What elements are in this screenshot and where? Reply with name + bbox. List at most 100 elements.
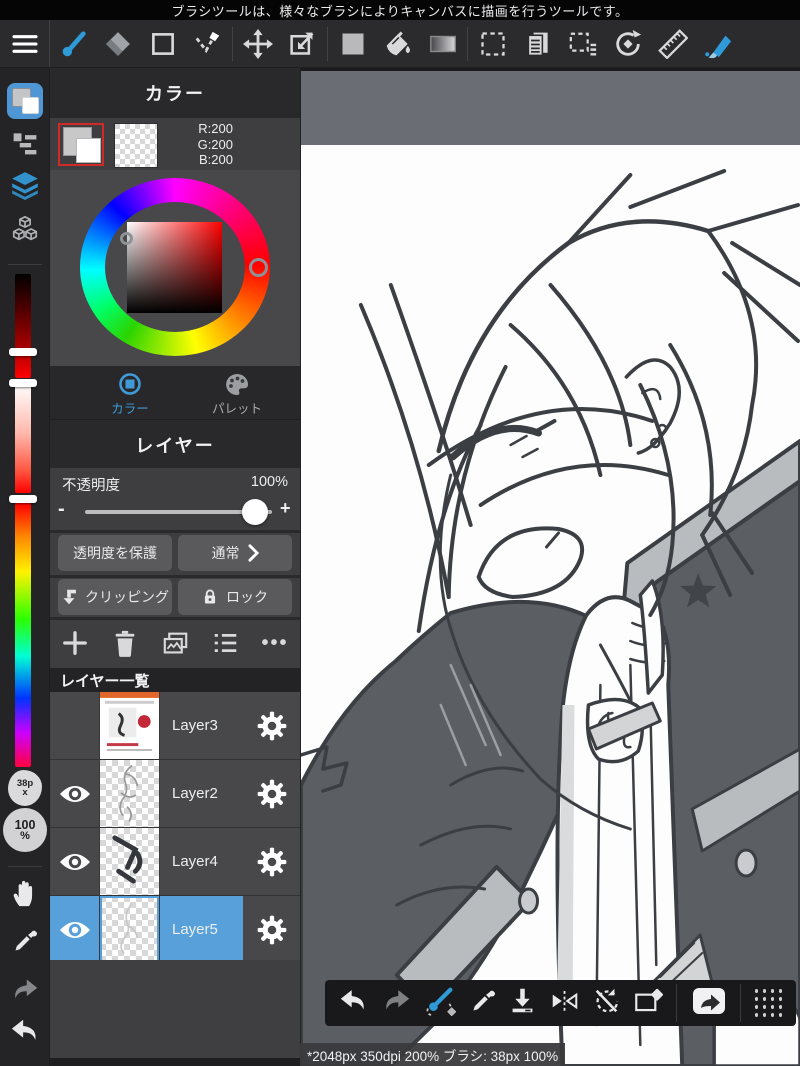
rotate-reset-icon (595, 988, 619, 1012)
eyedropper-tool-button[interactable] (0, 928, 50, 954)
clipping-button[interactable]: クリッピング (58, 579, 172, 615)
tab-color[interactable]: カラー (85, 370, 175, 418)
save-button[interactable] (509, 987, 536, 1019)
materials-button[interactable] (0, 214, 50, 244)
layers-icon (12, 172, 38, 200)
saturation-slider[interactable] (15, 383, 31, 493)
layer-visibility-toggle[interactable] (50, 692, 100, 759)
opacity-minus-button[interactable]: - (58, 498, 65, 521)
layer-name: Layer4 (172, 853, 218, 870)
move-tool-button[interactable] (235, 20, 280, 67)
layer-row[interactable]: Layer5 (50, 896, 300, 963)
select-options-icon (569, 32, 596, 56)
saturation-value-picker[interactable] (127, 222, 222, 313)
tab-palette[interactable]: パレット (192, 370, 282, 418)
layer-settings-button[interactable] (243, 896, 300, 963)
materials-icon (12, 215, 38, 241)
value-slider[interactable] (15, 274, 31, 378)
opacity-slider-knob[interactable] (242, 499, 268, 525)
select-options-button[interactable] (560, 20, 605, 67)
hue-cursor[interactable] (249, 258, 268, 277)
flip-horizontal-button[interactable] (550, 988, 579, 1019)
layer-row[interactable]: Layer3 (50, 692, 300, 759)
drag-handle[interactable] (754, 989, 782, 1017)
more-options-button[interactable]: ••• (250, 632, 300, 655)
duplicate-layer-button[interactable] (150, 631, 200, 656)
tool-list-icon (13, 133, 37, 155)
color-swatch-icon (342, 33, 363, 54)
thumbnail-sketch (119, 765, 139, 822)
layer-thumbnail[interactable] (100, 828, 160, 895)
gear-icon (257, 711, 286, 740)
drawing-canvas[interactable] (300, 68, 800, 1066)
rectangle-tool-button[interactable] (140, 20, 185, 67)
layer-row[interactable]: Layer4 (50, 828, 300, 895)
hue-slider[interactable] (15, 503, 31, 767)
sv-cursor[interactable] (120, 232, 133, 245)
layer-panel-title: レイヤー (135, 436, 215, 456)
select-pen-tool-button[interactable] (185, 20, 230, 67)
front-swatch (22, 97, 39, 114)
layer-visibility-toggle[interactable] (50, 760, 100, 827)
share-button[interactable] (691, 985, 727, 1022)
layer-visibility-toggle[interactable] (50, 896, 100, 963)
hand-tool-button[interactable] (0, 878, 50, 908)
sub-color (76, 138, 101, 163)
layers-panel-button[interactable] (0, 170, 50, 200)
menu-button[interactable] (0, 20, 50, 67)
layer-settings-button[interactable] (243, 760, 300, 827)
opacity-plus-button[interactable]: + (280, 498, 291, 519)
tool-list-button[interactable] (0, 130, 50, 156)
hue-slider-handle[interactable] (9, 495, 37, 503)
brush-tool-button[interactable] (50, 20, 95, 67)
layer-list-view-button[interactable] (200, 631, 250, 655)
layer-list-title: レイヤー一覧 (60, 672, 150, 690)
color-panel-button[interactable] (7, 83, 43, 119)
saturation-slider-handle[interactable] (9, 379, 37, 387)
value-slider-handle[interactable] (9, 348, 37, 356)
gradient-icon (429, 35, 456, 52)
gear-icon (257, 847, 286, 876)
protect-alpha-button[interactable]: 透明度を保護 (58, 535, 172, 571)
brush-size-indicator[interactable]: 38px (8, 770, 42, 806)
undo-button[interactable] (0, 1018, 50, 1044)
blend-mode-button[interactable]: 通常 (178, 535, 292, 571)
marquee-select-button[interactable] (470, 20, 515, 67)
delete-layer-button[interactable] (100, 629, 150, 657)
fill-bucket-button[interactable] (375, 20, 420, 67)
rotate-reset-button[interactable] (592, 987, 620, 1020)
add-layer-button[interactable] (50, 630, 100, 656)
lock-label: ロック (226, 589, 268, 605)
quick-redo-button[interactable] (382, 989, 411, 1018)
rgb-readout: R:200 G:200 B:200 (145, 121, 233, 168)
blend-mode-label: 通常 (211, 545, 240, 561)
redo-button[interactable] (0, 978, 50, 1002)
layer-thumbnail[interactable] (100, 760, 160, 827)
undo-icon (11, 1019, 36, 1040)
quick-undo-button[interactable] (339, 989, 368, 1018)
current-color-swatch[interactable] (58, 123, 104, 166)
app-screen: ブラシツールは、様々なブラシによりキャンバスに描画を行うツールです。 38px … (0, 0, 800, 1066)
select-pen-icon (195, 31, 219, 53)
clear-layer-button[interactable] (634, 988, 663, 1019)
ruler-button[interactable] (650, 20, 695, 67)
rotate-canvas-button[interactable] (605, 20, 650, 67)
color-swatch-button[interactable] (330, 20, 375, 67)
layer-thumbnail[interactable] (100, 692, 160, 759)
color-panel-title: カラー (145, 84, 205, 104)
layer-thumbnail[interactable] (100, 896, 160, 963)
layer-row[interactable]: Layer2 (50, 760, 300, 827)
quick-eyedropper-button[interactable] (470, 988, 496, 1019)
layer-visibility-toggle[interactable] (50, 828, 100, 895)
transform-tool-button[interactable] (280, 20, 325, 67)
brush-eraser-toggle-button[interactable] (424, 986, 457, 1021)
eraser-tool-button[interactable] (95, 20, 140, 67)
zoom-indicator[interactable]: 100 % (3, 808, 47, 852)
layer-settings-button[interactable] (243, 692, 300, 759)
ellipsis-icon: ••• (261, 631, 289, 654)
snap-brush-button[interactable] (695, 20, 740, 67)
layer-settings-button[interactable] (243, 828, 300, 895)
gradient-button[interactable] (420, 20, 465, 67)
pages-button[interactable] (515, 20, 560, 67)
lock-button[interactable]: ロック (178, 579, 292, 615)
